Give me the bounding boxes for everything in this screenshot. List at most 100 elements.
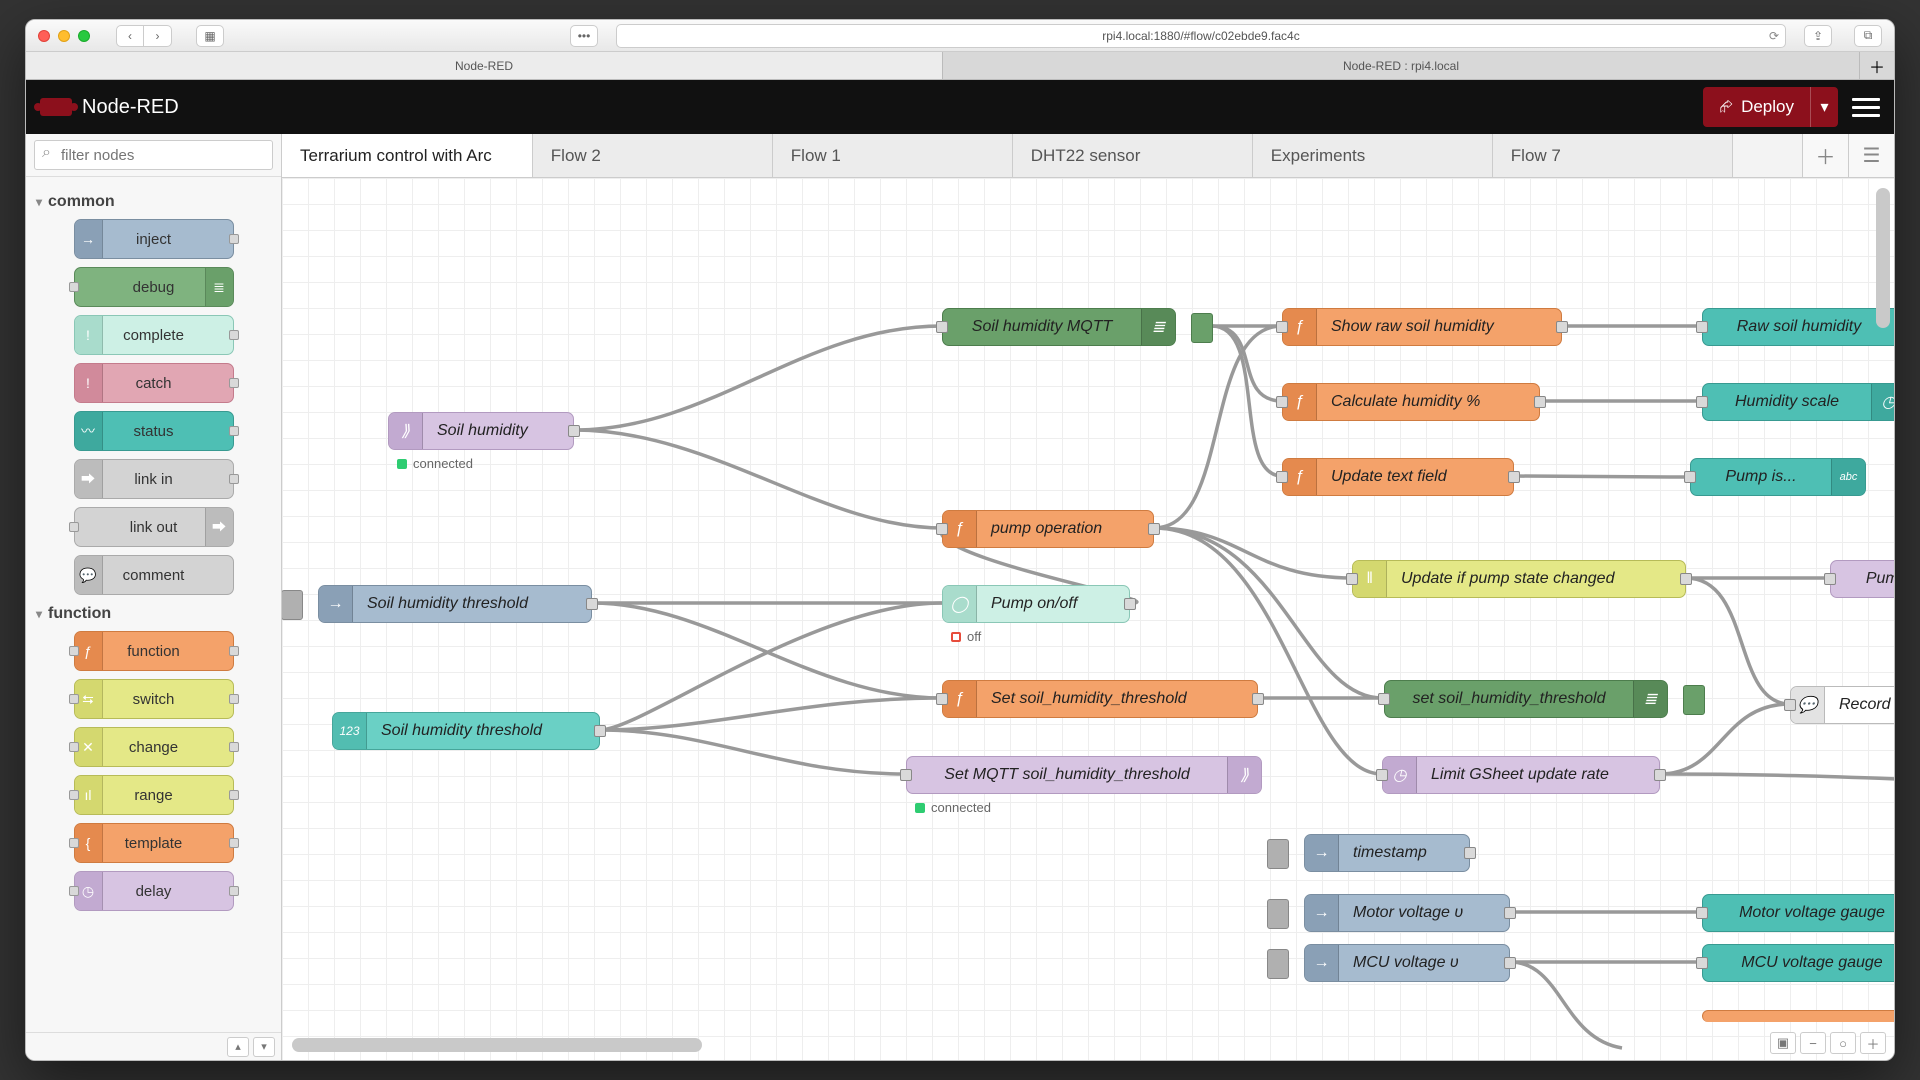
- flow-tab-4[interactable]: Experiments: [1253, 134, 1493, 177]
- node-port[interactable]: [1696, 957, 1708, 969]
- palette-node-template[interactable]: {template: [74, 823, 234, 863]
- node-update-text[interactable]: ƒ Update text field: [1282, 458, 1514, 496]
- node-limit-gsheet[interactable]: ◷ Limit GSheet update rate: [1382, 756, 1660, 794]
- node-humidity-scale[interactable]: Humidity scale ◷: [1702, 383, 1894, 421]
- close-window-button[interactable]: [38, 30, 50, 42]
- filter-nodes-input[interactable]: [34, 140, 273, 170]
- node-port[interactable]: [229, 742, 239, 752]
- node-port[interactable]: [1464, 847, 1476, 859]
- tabs-overview-button[interactable]: ⧉: [1854, 25, 1882, 47]
- palette-node-catch[interactable]: !catch: [74, 363, 234, 403]
- site-settings-button[interactable]: •••: [570, 25, 598, 47]
- node-port[interactable]: [229, 646, 239, 656]
- node-port[interactable]: [900, 769, 912, 781]
- zoom-in-button[interactable]: ＋: [1860, 1032, 1886, 1054]
- node-port[interactable]: [936, 321, 948, 333]
- node-record-change[interactable]: 💬 Record pump state change: [1790, 686, 1894, 724]
- flow-tab-2[interactable]: Flow 1: [773, 134, 1013, 177]
- sidebar-toggle-button[interactable]: ▦: [196, 25, 224, 47]
- node-port[interactable]: [1556, 321, 1568, 333]
- node-pump-is[interactable]: Pump is... abc: [1690, 458, 1866, 496]
- node-sh-threshold-inject[interactable]: → Soil humidity threshold: [318, 585, 592, 623]
- node-port[interactable]: [1276, 321, 1288, 333]
- node-port[interactable]: [69, 742, 79, 752]
- node-port[interactable]: [1124, 598, 1136, 610]
- node-port[interactable]: [1276, 396, 1288, 408]
- url-bar[interactable]: rpi4.local:1880/#flow/c02ebde9.fac4c ⟳: [616, 24, 1786, 48]
- palette-node-complete[interactable]: !complete: [74, 315, 234, 355]
- node-port[interactable]: [936, 693, 948, 705]
- node-port[interactable]: [586, 598, 598, 610]
- palette-list[interactable]: common→inject≣debug!complete!catch〰statu…: [26, 177, 281, 1032]
- palette-node-inject[interactable]: →inject: [74, 219, 234, 259]
- node-port[interactable]: [69, 282, 79, 292]
- node-pump-operation[interactable]: ƒ pump operation: [942, 510, 1154, 548]
- node-port[interactable]: [1378, 693, 1390, 705]
- node-port[interactable]: [1376, 769, 1388, 781]
- palette-node-function[interactable]: ƒfunction: [74, 631, 234, 671]
- inject-button[interactable]: [282, 590, 303, 620]
- node-port[interactable]: [69, 694, 79, 704]
- canvas-vscroll[interactable]: [1876, 188, 1890, 328]
- node-port[interactable]: [1696, 396, 1708, 408]
- node-port[interactable]: [1346, 573, 1358, 585]
- node-port[interactable]: [1504, 907, 1516, 919]
- node-port[interactable]: [229, 838, 239, 848]
- node-port[interactable]: [1654, 769, 1666, 781]
- inject-button[interactable]: [1267, 899, 1289, 929]
- debug-toggle[interactable]: [1191, 313, 1213, 343]
- node-port[interactable]: [69, 790, 79, 800]
- flow-tab-5[interactable]: Flow 7: [1493, 134, 1733, 177]
- node-port[interactable]: [229, 474, 239, 484]
- node-partial-orange[interactable]: [1702, 1010, 1894, 1022]
- palette-node-range[interactable]: ılrange: [74, 775, 234, 815]
- node-port[interactable]: [229, 426, 239, 436]
- node-mcu-gauge[interactable]: MCU voltage gauge ◷: [1702, 944, 1894, 982]
- zoom-out-button[interactable]: −: [1800, 1032, 1826, 1054]
- node-port[interactable]: [69, 838, 79, 848]
- node-port[interactable]: [1784, 699, 1796, 711]
- node-pump-onoff[interactable]: ◯ Pump on/off off: [942, 585, 1130, 623]
- browser-tab-0[interactable]: Node-RED: [26, 52, 943, 79]
- debug-toggle[interactable]: [1683, 685, 1705, 715]
- node-mcu-voltage[interactable]: → MCU voltage ʋ: [1304, 944, 1510, 982]
- palette-node-status[interactable]: 〰status: [74, 411, 234, 451]
- deploy-button[interactable]: ⮳ Deploy ▾: [1703, 87, 1838, 127]
- flow-tab-3[interactable]: DHT22 sensor: [1013, 134, 1253, 177]
- palette-node-delay[interactable]: ◷delay: [74, 871, 234, 911]
- deploy-menu-caret[interactable]: ▾: [1810, 87, 1838, 127]
- palette-category-function[interactable]: function: [36, 605, 271, 623]
- node-soil-humidity[interactable]: ⟫ Soil humidity connected: [388, 412, 574, 450]
- node-pump-control[interactable]: Pump control ⟫ connected: [1830, 560, 1894, 598]
- node-port[interactable]: [229, 886, 239, 896]
- node-raw-humidity[interactable]: Raw soil humidity abc: [1702, 308, 1894, 346]
- palette-node-comment[interactable]: 💬comment: [74, 555, 234, 595]
- node-port[interactable]: [229, 234, 239, 244]
- maximize-window-button[interactable]: [78, 30, 90, 42]
- node-port[interactable]: [229, 378, 239, 388]
- node-port[interactable]: [69, 522, 79, 532]
- inject-button[interactable]: [1267, 839, 1289, 869]
- palette-node-change[interactable]: ✕change: [74, 727, 234, 767]
- browser-tab-1[interactable]: Node-RED : rpi4.local: [943, 52, 1860, 79]
- node-set-mqtt-threshold[interactable]: Set MQTT soil_humidity_threshold ⟫ conne…: [906, 756, 1262, 794]
- node-port[interactable]: [1508, 471, 1520, 483]
- node-port[interactable]: [594, 725, 606, 737]
- node-motor-gauge[interactable]: Motor voltage gauge ◷: [1702, 894, 1894, 932]
- node-port[interactable]: [1252, 693, 1264, 705]
- node-port[interactable]: [69, 886, 79, 896]
- flow-list-button[interactable]: ☰: [1848, 134, 1894, 177]
- zoom-reset-button[interactable]: ○: [1830, 1032, 1856, 1054]
- node-port[interactable]: [229, 330, 239, 340]
- minimize-window-button[interactable]: [58, 30, 70, 42]
- node-timestamp[interactable]: → timestamp: [1304, 834, 1470, 872]
- canvas-navigator-button[interactable]: ▣: [1770, 1032, 1796, 1054]
- canvas-hscroll[interactable]: [292, 1038, 702, 1052]
- palette-node-link-out[interactable]: ⮕link out: [74, 507, 234, 547]
- node-update-state[interactable]: ‖ Update if pump state changed: [1352, 560, 1686, 598]
- share-button[interactable]: ⇪: [1804, 25, 1832, 47]
- new-browser-tab-button[interactable]: ＋: [1860, 52, 1894, 79]
- node-port[interactable]: [1534, 396, 1546, 408]
- flow-tab-1[interactable]: Flow 2: [533, 134, 773, 177]
- node-port[interactable]: [1276, 471, 1288, 483]
